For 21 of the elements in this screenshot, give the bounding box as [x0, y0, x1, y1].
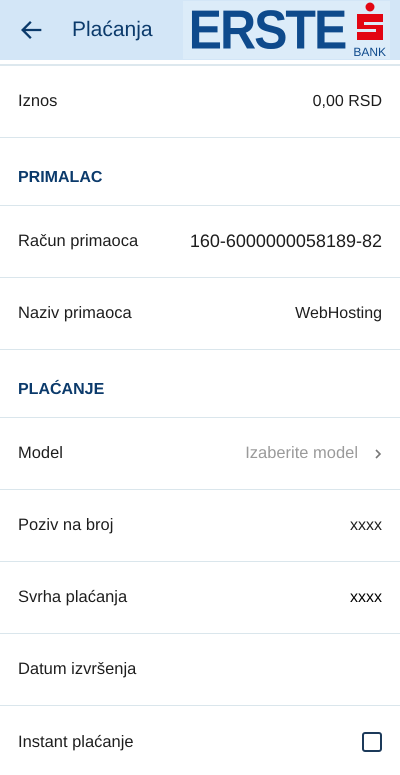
s-symbol-icon: [354, 2, 385, 42]
text-field[interactable]: xxxx: [262, 586, 382, 610]
logo-text: ERSTE: [188, 2, 346, 58]
field-label: Datum izvršenja: [18, 659, 136, 680]
field-value: WebHosting: [295, 304, 382, 324]
section-heading: PLAĆANJE: [0, 362, 400, 418]
field-label: Naziv primaoca: [18, 303, 132, 324]
section-heading: PRIMALAC: [0, 150, 400, 206]
logo-subtext: BANK: [353, 46, 386, 58]
field-label: Svrha plaćanja: [18, 587, 128, 608]
field-value: 160-6000000058189-82: [190, 230, 382, 253]
page-title: Plaćanja: [72, 17, 153, 44]
field-label: Instant plaćanje: [18, 732, 134, 753]
field-value: xxxx: [350, 516, 382, 536]
field-label: Iznos: [18, 91, 58, 112]
field-label: Poziv na broj: [18, 515, 114, 536]
field-label: Model: [18, 443, 63, 464]
chevron-icon: [374, 448, 382, 458]
field-label: Račun primaoca: [18, 231, 138, 252]
field-value: 0,00 RSD: [312, 92, 382, 112]
checkbox[interactable]: [362, 732, 382, 752]
